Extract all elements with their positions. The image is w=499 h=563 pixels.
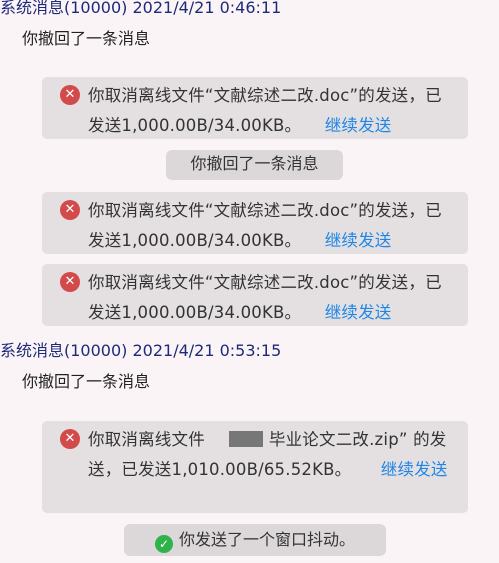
redacted-block	[228, 431, 263, 447]
continue-send-link[interactable]: 继续发送	[381, 460, 448, 479]
recall-pill: 你撤回了一条消息	[166, 150, 343, 180]
error-circle-icon: ✕	[60, 272, 80, 292]
continue-send-link[interactable]: 继续发送	[325, 116, 392, 135]
file-cancel-text: 你取消离线文件“文献综述二改.doc”的发送，已发送1,000.00B/34.0…	[88, 268, 458, 328]
recall-notice: 你撤回了一条消息	[22, 372, 151, 391]
file-cancel-card: ✕ 你取消离线文件“文献综述二改.doc”的发送，已发送1,000.00B/34…	[42, 77, 468, 139]
system-message-header: 系统消息(10000) 2021/4/21 0:46:11	[0, 0, 282, 17]
window-shake-text: 你发送了一个窗口抖动。	[178, 530, 355, 549]
file-cancel-text: 你取消离线文件 毕业论文二改.zip” 的发送，已发送1,010.00B/65.5…	[88, 425, 458, 485]
check-circle-icon: ✓	[154, 535, 173, 553]
file-cancel-text: 你取消离线文件“文献综述二改.doc”的发送，已发送1,000.00B/34.0…	[88, 81, 458, 141]
continue-send-link[interactable]: 继续发送	[325, 231, 392, 250]
recall-notice: 你撤回了一条消息	[22, 29, 151, 48]
file-name: 毕业论文二改.zip”	[268, 430, 408, 449]
file-cancel-card: ✕ 你取消离线文件 毕业论文二改.zip” 的发送，已发送1,010.00B/65…	[42, 421, 468, 513]
file-cancel-message: 你取消离线文件	[88, 430, 205, 449]
system-message-header: 系统消息(10000) 2021/4/21 0:53:15	[0, 341, 282, 360]
error-circle-icon: ✕	[60, 429, 80, 449]
file-cancel-card: ✕ 你取消离线文件“文献综述二改.doc”的发送，已发送1,000.00B/34…	[42, 264, 468, 326]
file-cancel-card: ✕ 你取消离线文件“文献综述二改.doc”的发送，已发送1,000.00B/34…	[42, 192, 468, 254]
error-circle-icon: ✕	[60, 85, 80, 105]
window-shake-notice: ✓ 你发送了一个窗口抖动。	[124, 524, 386, 556]
error-circle-icon: ✕	[60, 200, 80, 220]
continue-send-link[interactable]: 继续发送	[325, 303, 392, 322]
file-cancel-text: 你取消离线文件“文献综述二改.doc”的发送，已发送1,000.00B/34.0…	[88, 196, 458, 256]
